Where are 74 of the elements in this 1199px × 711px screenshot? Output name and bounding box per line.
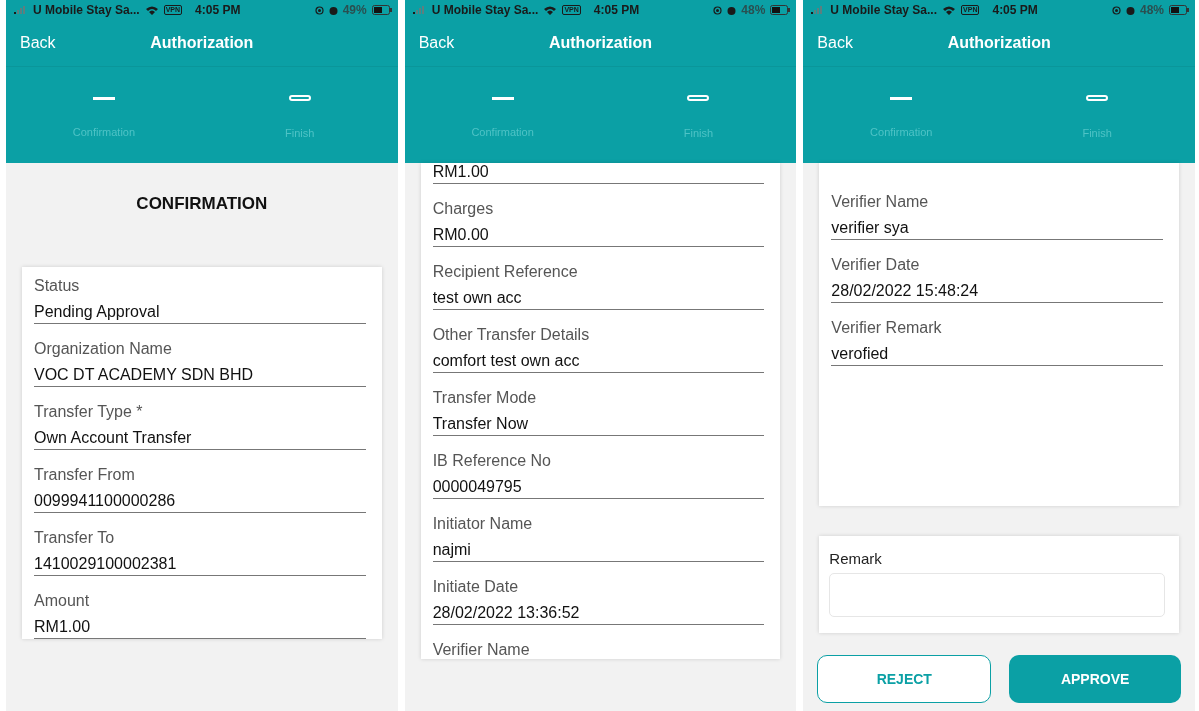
field-label: Organization Name: [34, 340, 173, 358]
field-label: Other Transfer Details: [432, 326, 591, 344]
field-value: RM0.00: [432, 226, 765, 247]
step-label: Confirmation: [72, 125, 136, 138]
field-label: Initiate Date: [432, 578, 520, 596]
field-value: RM1.00: [432, 163, 765, 184]
back-button[interactable]: Back: [803, 34, 867, 52]
field-label: Amount: [34, 592, 91, 610]
field-label: Transfer To: [34, 529, 116, 547]
lock-rotation-icon: [1112, 5, 1121, 15]
signal-icon: [14, 6, 28, 14]
field-label: Initiator Name: [432, 515, 534, 533]
field-value: 0099941100000286: [34, 492, 366, 513]
field-label: Transfer Mode: [432, 389, 538, 407]
step-label: Finish: [285, 127, 315, 139]
battery-percent: 48%: [741, 3, 766, 17]
field-value: Transfer Now: [432, 415, 765, 436]
reject-button[interactable]: REJECT: [817, 655, 992, 703]
field-value: Pending Approval: [34, 303, 366, 324]
remark-label: Remark: [829, 550, 883, 567]
field-label: Verifier Date: [831, 256, 921, 274]
lock-rotation-icon: [314, 5, 324, 15]
approve-button[interactable]: APPROVE: [1009, 655, 1182, 703]
remark-input[interactable]: [829, 573, 1165, 617]
field-label: Transfer Type *: [34, 403, 144, 421]
alarm-icon: [1126, 5, 1135, 15]
battery-icon: [371, 5, 392, 15]
field-value: RM1.00: [34, 618, 366, 639]
status-time: 4:05 PM: [195, 3, 241, 17]
alarm-icon: [727, 5, 737, 15]
field-value: 28/02/2022 15:48:24: [831, 282, 1163, 303]
battery-percent: 49%: [342, 3, 367, 17]
carrier-name: U Mobile Stay Sa...: [33, 3, 140, 17]
screen-title: Authorization: [150, 34, 254, 52]
screen-title: Authorization: [947, 34, 1051, 52]
step-label: Finish: [683, 127, 714, 139]
alarm-icon: [328, 5, 338, 15]
field-label: Charges: [432, 200, 495, 218]
step-label: Finish: [1082, 127, 1112, 139]
field-value: VOC DT ACADEMY SDN BHD: [34, 366, 366, 387]
status-time: 4:05 PM: [593, 3, 640, 17]
field-value: 0000049795: [432, 478, 765, 499]
field-value: najmi: [432, 541, 765, 562]
field-value: Own Account Transfer: [34, 429, 366, 450]
section-heading: CONFIRMATION: [135, 193, 269, 215]
battery-icon: [1169, 5, 1189, 15]
battery-icon: [770, 5, 791, 15]
lock-rotation-icon: [713, 5, 723, 15]
field-label: IB Reference No: [432, 452, 552, 470]
battery-percent: 48%: [1140, 3, 1164, 17]
field-label: Verifier Name: [831, 193, 930, 211]
carrier-name: U Mobile Stay Sa...: [830, 3, 938, 17]
status-time: 4:05 PM: [992, 3, 1038, 17]
field-label: Verifier Remark: [831, 319, 943, 337]
step-label: Confirmation: [471, 125, 534, 138]
field-label: Recipient Reference: [432, 263, 579, 281]
screen-title: Authorization: [548, 34, 653, 52]
field-value: 1410029100002381: [34, 555, 366, 576]
field-value: test own acc: [432, 289, 765, 310]
field-value: verifier sya: [831, 219, 1163, 240]
field-value: verofied: [831, 345, 1163, 366]
wifi-icon: [144, 4, 159, 16]
wifi-icon: [543, 4, 558, 16]
field-label: Transfer From: [34, 466, 136, 484]
back-button[interactable]: Back: [404, 34, 469, 52]
field-value: 28/02/2022 13:36:52: [432, 604, 765, 625]
wifi-icon: [942, 4, 957, 16]
step-label: Confirmation: [870, 125, 933, 138]
signal-icon: [412, 6, 427, 14]
field-value: comfort test own acc: [432, 352, 765, 373]
field-label: Status: [34, 277, 81, 295]
back-button[interactable]: Back: [6, 34, 70, 52]
carrier-name: U Mobile Stay Sa...: [431, 3, 539, 17]
field-label: Verifier Name: [432, 641, 531, 659]
